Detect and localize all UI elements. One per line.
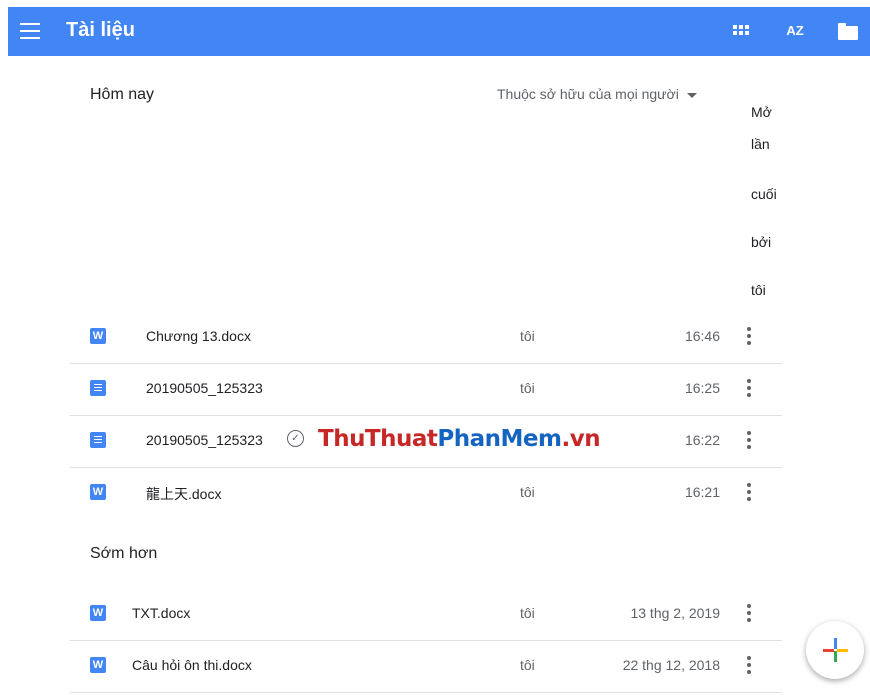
file-name: 龍上天.docx xyxy=(146,486,222,502)
file-date: 16:46 xyxy=(684,328,720,344)
sort-header-word: bởi xyxy=(751,234,772,250)
word-icon: W xyxy=(90,605,106,621)
dropdown-arrow-icon xyxy=(686,92,697,98)
more-vert-icon[interactable] xyxy=(747,656,751,674)
menu-icon[interactable] xyxy=(20,23,40,39)
file-date: 22 thg 12, 2018 xyxy=(622,657,720,673)
word-icon: W xyxy=(90,328,106,344)
file-name: 20190505_125323 xyxy=(146,380,263,396)
offline-check-icon: ✓ xyxy=(287,430,304,447)
section-title-earlier: Sớm hơn xyxy=(90,545,158,562)
sort-header-word: lần xyxy=(751,136,770,152)
file-row[interactable]: W Chương 13.docx tôi 16:46 xyxy=(70,311,782,364)
file-owner: tôi xyxy=(520,328,535,344)
more-vert-icon[interactable] xyxy=(747,327,751,345)
folder-icon[interactable] xyxy=(836,19,860,43)
file-date: 13 thg 2, 2019 xyxy=(630,605,720,621)
more-vert-icon[interactable] xyxy=(747,483,751,501)
file-date: 16:25 xyxy=(684,380,720,396)
owner-filter-dropdown[interactable]: Thuộc sở hữu của mọi người xyxy=(497,86,697,102)
sort-header-word: tôi xyxy=(751,282,766,298)
more-vert-icon[interactable] xyxy=(747,431,751,449)
word-icon: W xyxy=(90,484,106,500)
file-owner: tôi xyxy=(520,380,535,396)
docs-icon xyxy=(90,380,106,396)
file-row[interactable]: 20190505_125323 tôi 16:25 xyxy=(70,363,782,416)
word-icon: W xyxy=(90,657,106,673)
file-row[interactable]: W 龍上天.docx tôi 16:21 xyxy=(70,467,782,519)
more-vert-icon[interactable] xyxy=(747,379,751,397)
sort-header-word: Mở xyxy=(751,104,772,120)
file-name: TXT.docx xyxy=(132,605,191,621)
sort-header-word: cuối xyxy=(751,186,777,202)
more-vert-icon[interactable] xyxy=(747,604,751,622)
file-row[interactable]: W TXT.docx tôi 13 thg 2, 2019 xyxy=(70,588,782,641)
plus-icon xyxy=(834,638,837,649)
file-row[interactable]: 20190505_125323 ✓ ThuThuatPhanMem.vn 16:… xyxy=(70,415,782,468)
create-new-button[interactable] xyxy=(806,621,864,679)
file-date: 16:22 xyxy=(684,432,720,448)
file-name: 20190505_125323 xyxy=(146,432,263,448)
section-title-today: Hôm nay xyxy=(90,86,155,103)
sort-az-icon[interactable]: AZ xyxy=(781,19,809,43)
file-name: Chương 13.docx xyxy=(146,328,251,344)
file-owner: tôi xyxy=(520,605,535,621)
file-date: 16:21 xyxy=(684,484,720,500)
owner-filter-label: Thuộc sở hữu của mọi người xyxy=(497,86,679,102)
app-bar: Tài liệu AZ xyxy=(8,7,870,56)
file-owner: tôi xyxy=(520,484,535,500)
grid-view-icon[interactable] xyxy=(729,19,753,43)
app-title: Tài liệu xyxy=(66,19,135,41)
file-owner: tôi xyxy=(520,657,535,673)
docs-icon xyxy=(90,432,106,448)
file-name: Câu hỏi ôn thi.docx xyxy=(132,657,252,673)
file-row[interactable]: W Câu hỏi ôn thi.docx tôi 22 thg 12, 201… xyxy=(70,640,782,693)
